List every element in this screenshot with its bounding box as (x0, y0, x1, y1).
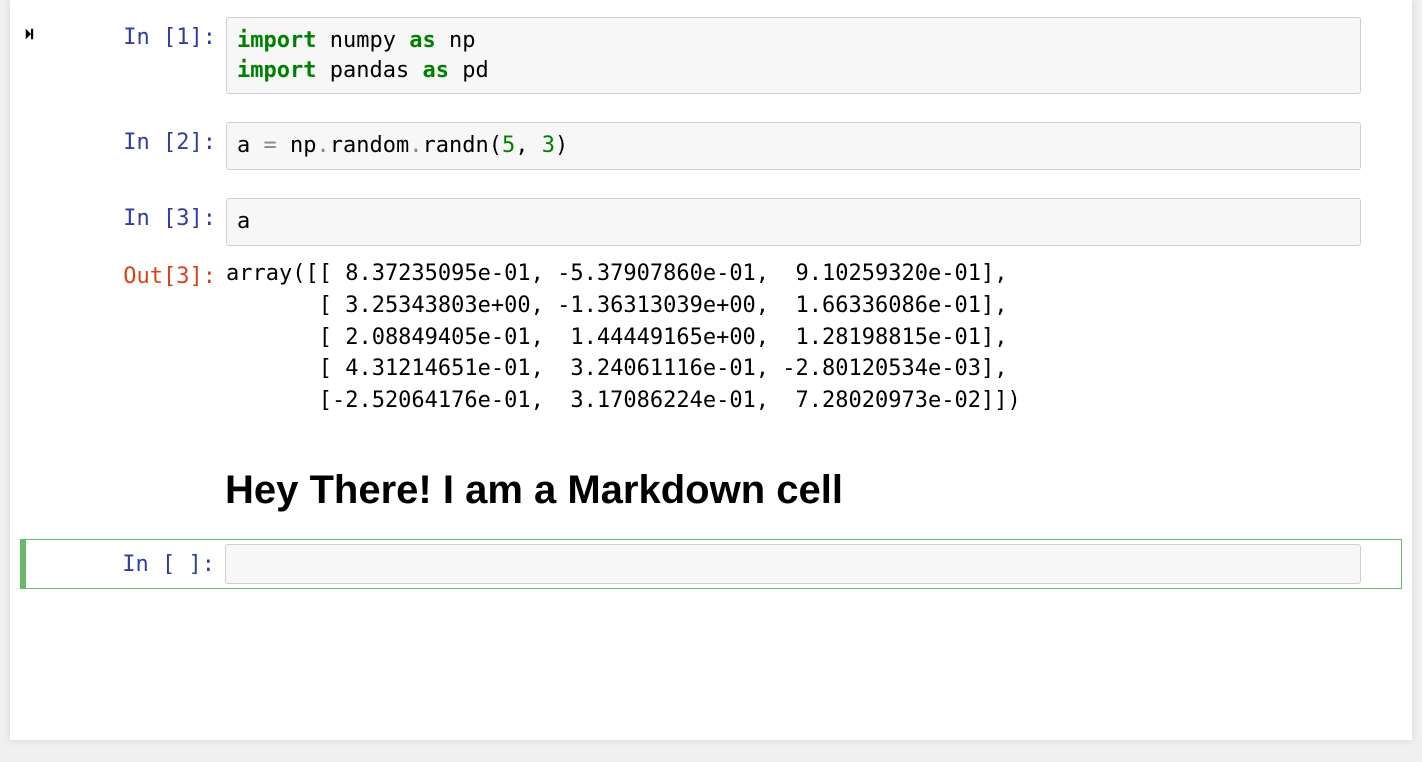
code-input[interactable]: import numpy as np import pandas as pd (226, 17, 1361, 94)
run-indicator-icon[interactable] (21, 17, 41, 41)
code-cell-3-output: Out[3]: array([[ 8.37235095e-01, -5.3790… (20, 253, 1402, 426)
input-prompt: In [1]: (41, 17, 226, 50)
code-input[interactable] (225, 544, 1361, 584)
code-output: array([[ 8.37235095e-01, -5.37907860e-01… (226, 256, 1361, 421)
code-input[interactable]: a = np.random.randn(5, 3) (226, 122, 1361, 170)
input-prompt: In [3]: (41, 198, 226, 231)
markdown-cell[interactable]: Hey There! I am a Markdown cell (20, 428, 1402, 533)
markdown-heading: Hey There! I am a Markdown cell (225, 468, 1402, 513)
code-input[interactable]: a (226, 198, 1361, 246)
input-prompt: In [ ]: (46, 544, 225, 577)
output-prompt: Out[3]: (41, 256, 226, 289)
input-prompt: In [2]: (41, 122, 226, 155)
code-cell-1[interactable]: In [1]: import numpy as np import pandas… (20, 12, 1402, 99)
code-cell-2[interactable]: In [2]: a = np.random.randn(5, 3) (20, 117, 1402, 175)
code-cell-empty[interactable]: In [ ]: (20, 539, 1402, 589)
code-cell-3[interactable]: In [3]: a (20, 193, 1402, 251)
notebook-container: In [1]: import numpy as np import pandas… (10, 0, 1412, 740)
